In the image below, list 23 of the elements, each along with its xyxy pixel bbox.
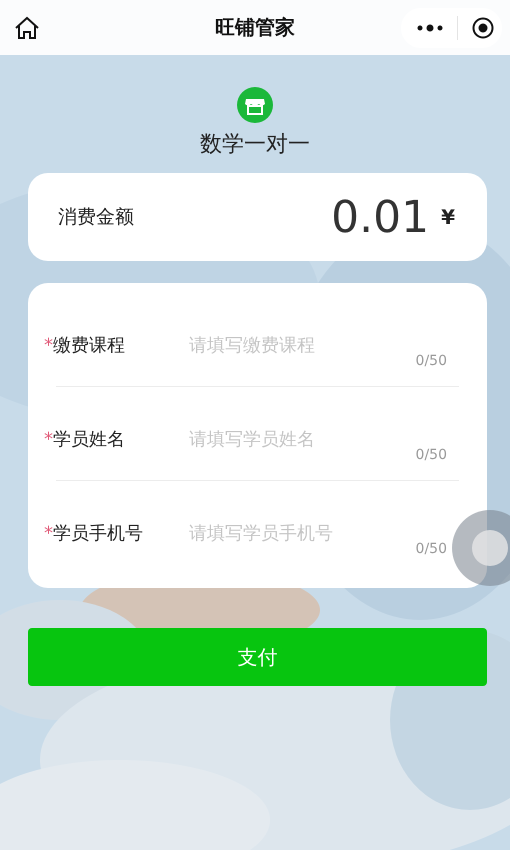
shop-name: 数学一对一 bbox=[200, 131, 310, 159]
input-field[interactable]: 请填写缴费课程 bbox=[189, 333, 409, 357]
amount-label: 消费金额 bbox=[58, 205, 134, 230]
floating-button[interactable] bbox=[452, 510, 510, 586]
close-icon[interactable] bbox=[472, 16, 494, 38]
currency-symbol: ¥ bbox=[441, 205, 455, 229]
char-counter: 0/50 bbox=[416, 447, 447, 463]
required-mark: * bbox=[44, 429, 53, 450]
input-field[interactable]: 请填写学员手机号 bbox=[189, 521, 409, 545]
field-label: 缴费课程 bbox=[53, 334, 125, 357]
more-icon[interactable] bbox=[417, 24, 443, 32]
required-mark: * bbox=[44, 335, 53, 356]
home-icon[interactable] bbox=[14, 16, 40, 40]
shop-icon bbox=[237, 87, 273, 123]
input-field[interactable]: 请填写学员姓名 bbox=[189, 427, 409, 451]
char-counter: 0/50 bbox=[416, 353, 447, 369]
amount-value: 0.01 bbox=[331, 192, 430, 242]
char-counter: 0/50 bbox=[416, 541, 447, 557]
nav-title: 旺铺管家 bbox=[215, 14, 295, 41]
field-label: 学员姓名 bbox=[53, 428, 125, 451]
field-label: 学员手机号 bbox=[53, 522, 143, 545]
required-mark: * bbox=[44, 523, 53, 544]
pay-button[interactable]: 支付 bbox=[28, 628, 487, 686]
